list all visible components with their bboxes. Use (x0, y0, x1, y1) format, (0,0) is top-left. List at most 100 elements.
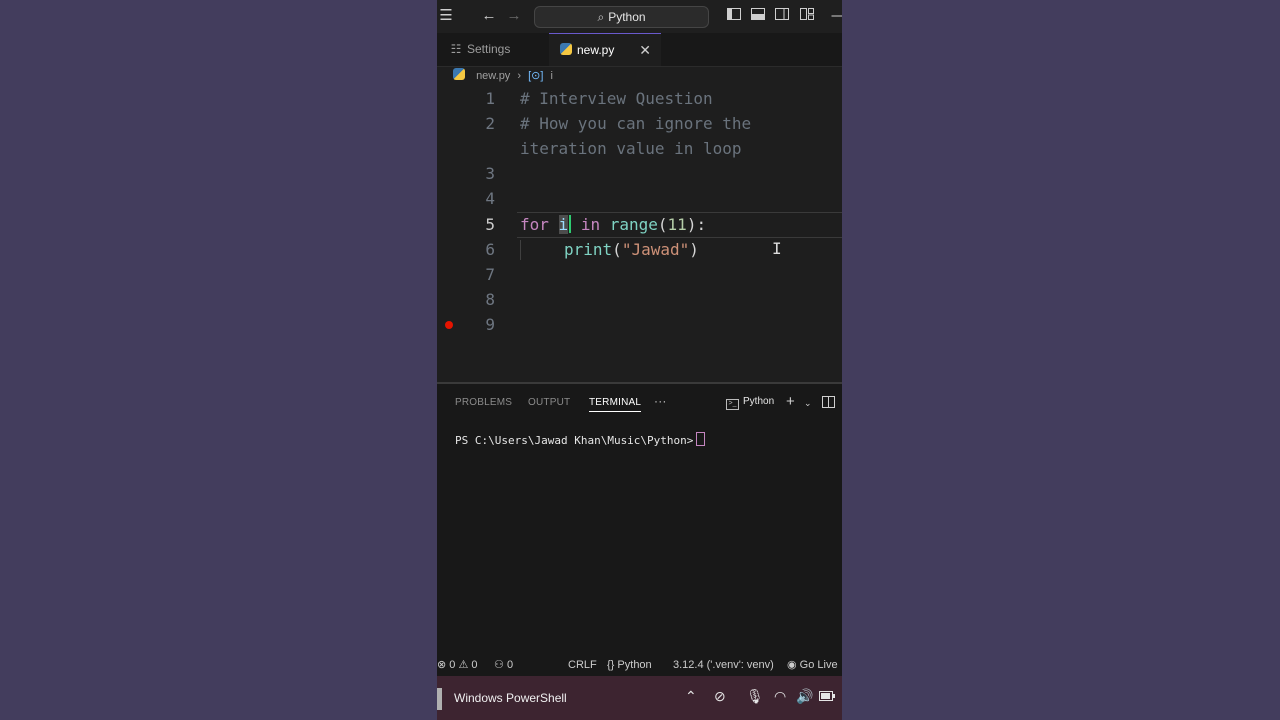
terminal-profile[interactable]: >_ Python (726, 396, 774, 410)
customize-layout-icon[interactable] (798, 7, 816, 25)
comment-text: iteration value in loop (520, 139, 742, 158)
keyword-in: in (580, 215, 601, 234)
editor-tabs: ☷ Settings new.py ✕ (437, 33, 842, 67)
breadcrumb-file[interactable]: new.py (476, 70, 510, 82)
windows-taskbar: Windows PowerShell ⌃ ⊘ 🎙 ◠ 🔊 (437, 676, 842, 720)
chevron-down-icon[interactable]: ⌄ (804, 398, 812, 409)
code-line[interactable]: 2 # How you can ignore the (437, 111, 842, 136)
tab-settings[interactable]: ☷ Settings (437, 33, 549, 66)
warning-icon: ⚠ (458, 659, 469, 671)
line-number: 5 (485, 215, 495, 234)
paren: ( (612, 240, 622, 259)
number-literal: 11 (667, 215, 687, 234)
more-actions-icon[interactable]: ··· (654, 394, 667, 408)
chevron-right-icon: › (517, 70, 522, 82)
add-terminal-icon[interactable]: + (786, 393, 795, 410)
code-line[interactable]: 7 (437, 262, 842, 287)
network-off-icon[interactable]: ⊘ (714, 688, 726, 705)
error-icon: ⊗ (437, 659, 447, 671)
braces-icon: {} (607, 659, 615, 671)
battery-icon[interactable] (819, 688, 835, 704)
go-live-button[interactable]: ◉ Go Live (787, 654, 838, 676)
variable-symbol-icon: [⊙] (528, 70, 544, 82)
forward-arrow-icon[interactable]: → (505, 7, 523, 25)
tab-terminal[interactable]: TERMINAL (589, 397, 642, 412)
interpreter-selector[interactable]: 3.12.4 ('.venv': venv) (673, 654, 774, 676)
layout-split-icon[interactable] (773, 7, 791, 25)
layout-panel-icon[interactable] (749, 7, 767, 25)
function-range: range (609, 215, 658, 234)
chevron-up-icon[interactable]: ⌃ (685, 688, 697, 705)
warning-count: 0 (471, 659, 478, 671)
problems-indicator[interactable]: ⊗ 0 ⚠ 0 (437, 654, 478, 676)
line-number: 7 (485, 265, 495, 284)
ports-indicator[interactable]: ⚇ 0 (494, 654, 513, 676)
microphone-icon[interactable]: 🎙 (746, 688, 764, 705)
line-number: 8 (485, 290, 495, 309)
background-left (0, 0, 437, 720)
terminal-prompt: PS C:\Users\Jawad Khan\Music\Python> (455, 434, 694, 447)
tab-settings-label: Settings (467, 42, 511, 56)
settings-icon: ☷ (450, 42, 462, 56)
error-count: 0 (449, 659, 456, 671)
wifi-icon[interactable]: ◠ (774, 688, 786, 705)
broadcast-icon: ◉ (787, 659, 797, 671)
string-literal: "Jawad" (621, 240, 690, 259)
code-line[interactable]: 3 (437, 161, 842, 186)
go-live-label: Go Live (799, 659, 838, 671)
minimize-icon[interactable]: — (830, 7, 843, 25)
code-editor[interactable]: 1 # Interview Question 2 # How you can i… (437, 86, 842, 382)
background-right (842, 0, 1280, 720)
text-cursor (569, 215, 572, 233)
ports-count: 0 (506, 659, 514, 671)
terminal-icon: >_ (726, 399, 739, 410)
language-mode[interactable]: {} Python (607, 654, 652, 676)
code-line[interactable]: 8 (437, 287, 842, 312)
python-file-icon (559, 34, 573, 67)
terminal-output[interactable]: PS C:\Users\Jawad Khan\Music\Python> (455, 432, 706, 447)
comment-text: # How you can ignore the (520, 114, 752, 133)
tab-problems[interactable]: PROBLEMS (455, 397, 512, 408)
tab-output[interactable]: OUTPUT (528, 397, 570, 408)
python-file-icon (453, 68, 469, 82)
line-number: 6 (485, 240, 495, 259)
back-arrow-icon[interactable]: ← (480, 7, 498, 25)
command-center-search[interactable]: ⌕ Python (534, 6, 709, 28)
paren-colon: ): (686, 215, 707, 234)
language-label: Python (617, 659, 652, 671)
line-number: 1 (485, 89, 495, 108)
code-line[interactable]: 9 (437, 312, 842, 337)
line-number: 2 (485, 114, 495, 133)
code-line[interactable]: 1 # Interview Question (437, 86, 842, 111)
line-number: 3 (485, 164, 495, 183)
command-center-label: Python (608, 10, 646, 24)
taskbar-app-indicator (437, 688, 442, 710)
close-icon[interactable]: ✕ (639, 34, 651, 67)
tab-new-py[interactable]: new.py ✕ (549, 33, 661, 66)
paren: ) (689, 240, 699, 259)
code-line-active[interactable]: 5 for i in range(11): (437, 212, 842, 237)
line-number: 4 (485, 189, 495, 208)
function-print: print (564, 240, 613, 259)
breakpoint-icon[interactable] (445, 321, 453, 329)
eol-indicator[interactable]: CRLF (568, 654, 597, 676)
code-text: print("Jawad") (564, 237, 699, 262)
line-number: 9 (485, 315, 495, 334)
layout-sidebar-icon[interactable] (725, 7, 743, 25)
menu-icon[interactable]: ☰ (437, 7, 455, 25)
code-line[interactable]: 4 (437, 186, 842, 211)
keyword-for: for (520, 215, 549, 234)
search-icon: ⌕ (597, 10, 605, 24)
code-line-wrapped[interactable]: iteration value in loop (437, 136, 842, 161)
terminal-name: Python (743, 396, 775, 407)
terminal-cursor (696, 432, 706, 446)
variable-i: i (558, 215, 569, 234)
breadcrumb-symbol[interactable]: i (551, 70, 553, 82)
split-terminal-icon[interactable] (822, 396, 835, 411)
code-text: for i in range(11): (520, 212, 706, 237)
speaker-icon[interactable]: 🔊 (796, 688, 813, 705)
tab-new-py-label: new.py (577, 43, 615, 57)
taskbar-app-label[interactable]: Windows PowerShell (454, 691, 567, 705)
ports-icon: ⚇ (494, 659, 504, 671)
comment-text: # Interview Question (520, 89, 713, 108)
